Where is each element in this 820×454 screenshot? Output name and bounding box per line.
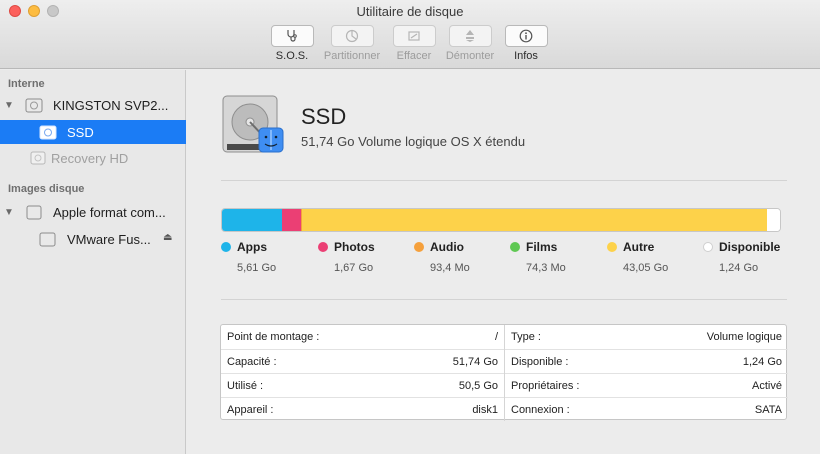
disclosure-triangle-icon[interactable]: ▼ xyxy=(4,207,14,218)
erase-tool[interactable]: Effacer xyxy=(384,25,444,62)
sidebar: Interne ▼ KINGSTON SVP2... SSD Recovery … xyxy=(0,70,186,454)
info-row-connection: Connexion : SATA xyxy=(505,397,788,421)
legend-dot xyxy=(607,242,617,252)
info-key: Type : xyxy=(511,331,541,343)
sos-label: S.O.S. xyxy=(275,50,309,62)
unmount-button[interactable] xyxy=(448,25,492,47)
unmount-icon xyxy=(466,30,474,42)
sidebar-item-label: KINGSTON SVP2... xyxy=(53,97,169,113)
legend-value: 1,67 Go xyxy=(334,262,374,274)
info-row-used: Utilisé : 50,5 Go xyxy=(221,373,504,397)
partition-button[interactable] xyxy=(330,25,374,47)
info-key: Propriétaires : xyxy=(511,380,580,392)
sidebar-section-internal: Interne xyxy=(8,78,45,90)
info-label: Infos xyxy=(514,50,538,62)
info-key: Connexion : xyxy=(511,404,570,416)
info-key: Appareil : xyxy=(227,404,274,416)
erase-label: Effacer xyxy=(396,50,432,62)
usage-bar xyxy=(221,208,781,232)
legend-label: Photos xyxy=(334,240,375,254)
info-value: 51,74 Go xyxy=(452,356,498,368)
legend-dot xyxy=(510,242,520,252)
sos-tool[interactable]: S.O.S. xyxy=(262,25,322,62)
unmount-label: Démonter xyxy=(445,50,495,62)
partition-tool[interactable]: Partitionner xyxy=(322,25,382,62)
hard-drive-finder-icon xyxy=(222,95,284,153)
sidebar-item-ssd[interactable]: SSD xyxy=(0,120,186,144)
legend-label: Autre xyxy=(623,240,655,254)
usage-segment-disponible xyxy=(766,209,780,231)
sidebar-item-apple-format[interactable]: ▼ Apple format com... xyxy=(0,200,186,224)
disclosure-triangle-icon[interactable]: ▼ xyxy=(4,100,14,111)
info-key: Disponible : xyxy=(511,356,569,368)
legend-label: Apps xyxy=(237,240,267,254)
info-row-capacity: Capacité : 51,74 Go xyxy=(221,349,504,373)
volume-icon xyxy=(39,125,57,140)
legend-dot xyxy=(414,242,424,252)
main-panel: SSD 51,74 Go Volume logique OS X étendu … xyxy=(187,70,820,454)
internal-disk-icon xyxy=(25,98,43,113)
info-key: Capacité : xyxy=(227,356,277,368)
legend-dot xyxy=(318,242,328,252)
sidebar-item-kingston[interactable]: ▼ KINGSTON SVP2... xyxy=(0,93,186,117)
legend-value: 5,61 Go xyxy=(237,262,277,274)
sidebar-item-recovery-hd[interactable]: Recovery HD xyxy=(0,146,186,170)
info-icon xyxy=(519,29,533,43)
usage-segment-apps xyxy=(222,209,283,231)
volume-icon xyxy=(39,232,56,247)
sidebar-item-label: Apple format com... xyxy=(53,204,166,220)
sidebar-item-label: Recovery HD xyxy=(51,150,129,166)
legend-label: Films xyxy=(526,240,558,254)
info-row-available: Disponible : 1,24 Go xyxy=(505,349,788,373)
sidebar-item-label: SSD xyxy=(67,124,94,140)
info-value: 50,5 Go xyxy=(458,380,498,392)
divider xyxy=(221,299,787,300)
legend-dot xyxy=(703,242,713,252)
info-row-mount-point: Point de montage : / xyxy=(221,325,504,349)
legend-value: 93,4 Mo xyxy=(430,262,470,274)
sidebar-item-vmware[interactable]: VMware Fus... ⏏ xyxy=(0,227,186,251)
divider xyxy=(221,180,787,181)
volume-name: SSD xyxy=(301,104,347,129)
info-row-owners: Propriétaires : Activé xyxy=(505,373,788,397)
sidebar-section-disk-images: Images disque xyxy=(8,183,85,195)
info-value: Volume logique xyxy=(706,331,782,343)
usage-segment-autre xyxy=(302,209,767,231)
info-table: Point de montage : / Capacité : 51,74 Go… xyxy=(220,324,788,421)
window-toolbar: Utilitaire de disque S.O.S. Partitionner… xyxy=(0,0,820,69)
legend-dot xyxy=(221,242,231,252)
info-column-right: Type : Volume logique Disponible : 1,24 … xyxy=(504,325,788,421)
legend-label: Audio xyxy=(430,240,464,254)
info-key: Utilisé : xyxy=(227,380,264,392)
window-title: Utilitaire de disque xyxy=(356,4,464,19)
erase-icon xyxy=(408,31,420,41)
info-row-type: Type : Volume logique xyxy=(505,325,788,349)
legend-value: 74,3 Mo xyxy=(526,262,566,274)
disk-image-icon xyxy=(26,205,42,220)
info-value: Activé xyxy=(752,380,782,392)
info-value: SATA xyxy=(754,404,782,416)
info-button[interactable] xyxy=(504,25,548,47)
legend-value: 1,24 Go xyxy=(719,262,759,274)
info-value: / xyxy=(494,331,498,343)
info-column-left: Point de montage : / Capacité : 51,74 Go… xyxy=(221,325,504,421)
volume-description: 51,74 Go Volume logique OS X étendu xyxy=(301,134,526,149)
erase-button[interactable] xyxy=(392,25,436,47)
legend-label: Disponible xyxy=(719,240,781,254)
partition-icon xyxy=(345,29,359,43)
unmount-tool[interactable]: Démonter xyxy=(440,25,500,62)
info-row-device: Appareil : disk1 xyxy=(221,397,504,421)
stethoscope-icon xyxy=(287,30,297,42)
info-value: 1,24 Go xyxy=(742,356,782,368)
partition-label: Partitionner xyxy=(323,50,381,62)
usage-segment-photos xyxy=(282,209,301,231)
info-value: disk1 xyxy=(472,404,498,416)
eject-icon[interactable]: ⏏ xyxy=(163,232,172,243)
info-tool[interactable]: Infos xyxy=(496,25,556,62)
volume-icon xyxy=(30,151,46,165)
info-key: Point de montage : xyxy=(227,331,320,343)
sidebar-item-label: VMware Fus... xyxy=(67,231,151,247)
sos-button[interactable] xyxy=(270,25,314,47)
legend-value: 43,05 Go xyxy=(623,262,669,274)
